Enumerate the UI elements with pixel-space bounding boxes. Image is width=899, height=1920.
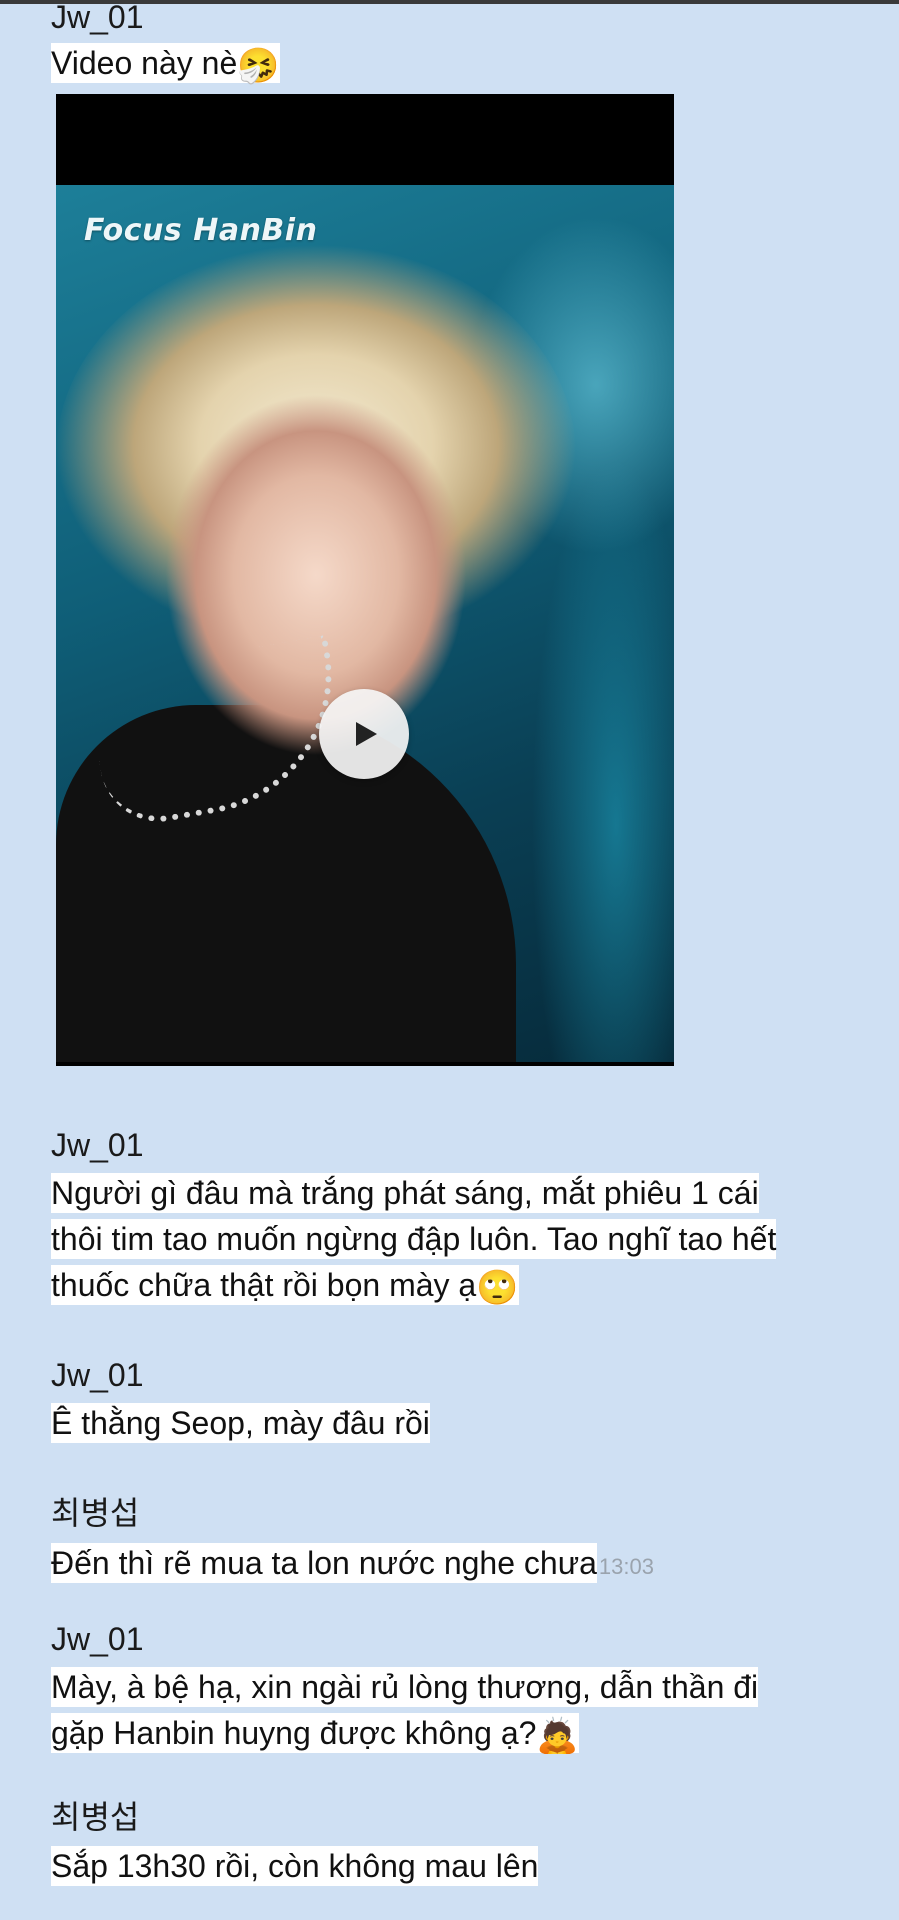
chat-message: Sắp 13h30 rồi, còn không mau lên — [51, 1843, 539, 1889]
play-icon — [356, 722, 377, 746]
message-text: Đến thì rẽ mua ta lon nước nghe chưa — [51, 1543, 597, 1583]
chat-message: Video này nè🤧 — [51, 40, 280, 86]
play-button[interactable] — [319, 689, 409, 779]
message-line: Người gì đâu mà trắng phát sáng, mắt phi… — [51, 1173, 759, 1213]
message-sender: 최병섭 — [51, 1495, 140, 1531]
bowing-person-emoji-icon: 🙇 — [536, 1716, 579, 1756]
message-sender: Jw_01 — [51, 1127, 144, 1163]
message-text: Video này nè🤧 — [51, 43, 280, 86]
video-attachment[interactable]: Focus HanBin — [56, 94, 674, 1066]
message-text: Sắp 13h30 rồi, còn không mau lên — [51, 1846, 539, 1886]
video-thumbnail: Focus HanBin — [56, 185, 674, 1062]
message-line: thôi tim tao muốn ngừng đập luôn. Tao ng… — [51, 1219, 777, 1259]
chat-log[interactable]: Jw_01 Video này nè🤧 Focus HanBin Jw_01 N… — [0, 0, 899, 1920]
message-sender: Jw_01 — [51, 1621, 144, 1657]
message-text: Ê thằng Seop, mày đâu rồi — [51, 1403, 430, 1443]
rolling-eyes-emoji-icon: 🙄 — [476, 1268, 519, 1308]
message-timestamp: 13:03 — [598, 1554, 654, 1579]
message-line: thuốc chữa thật rồi bọn mày ạ🙄 — [51, 1265, 519, 1308]
sneezing-face-emoji-icon: 🤧 — [237, 46, 280, 86]
video-overlay-title: Focus HanBin — [84, 213, 318, 248]
message-sender: Jw_01 — [51, 0, 144, 35]
message-sender: 최병섭 — [51, 1799, 140, 1835]
chat-message: Người gì đâu mà trắng phát sáng, mắt phi… — [51, 1170, 777, 1308]
message-sender: Jw_01 — [51, 1357, 144, 1393]
message-line: gặp Hanbin huyng được không ạ?🙇 — [51, 1713, 579, 1756]
chat-message: Ê thằng Seop, mày đâu rồi — [51, 1400, 430, 1446]
chat-message: Mày, à bệ hạ, xin ngài rủ lòng thương, d… — [51, 1664, 759, 1756]
message-line: Mày, à bệ hạ, xin ngài rủ lòng thương, d… — [51, 1667, 759, 1707]
chat-message: Đến thì rẽ mua ta lon nước nghe chưa13:0… — [51, 1540, 654, 1590]
